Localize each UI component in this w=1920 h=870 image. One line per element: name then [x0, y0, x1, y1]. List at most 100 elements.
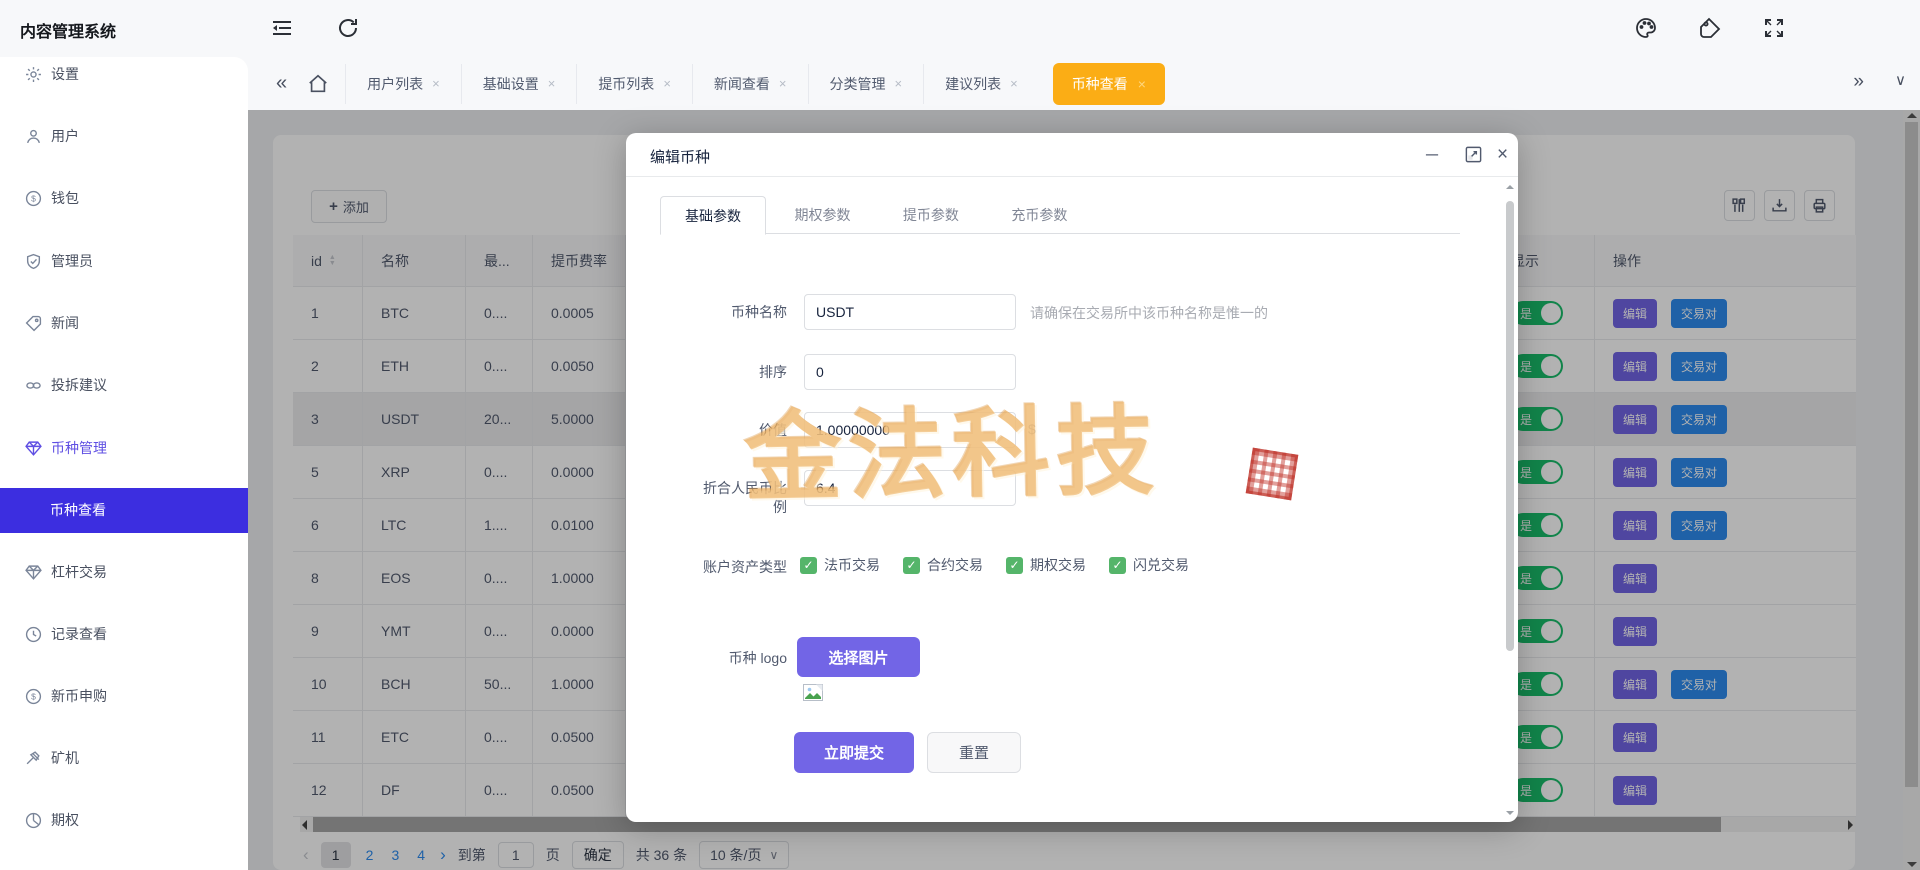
sidebar-item-wallet[interactable]: $ 钱包 — [0, 183, 248, 213]
sidebar-item-label: 币种管理 — [51, 440, 107, 456]
checkbox-check-icon: ✓ — [903, 556, 920, 574]
sidebar-item-settings[interactable]: 设置 — [0, 59, 248, 89]
coin-name-input[interactable] — [804, 294, 1016, 330]
close-tab-icon[interactable]: × — [548, 76, 556, 91]
reset-button[interactable]: 重置 — [927, 732, 1021, 773]
tab-basic-params[interactable]: 基础参数 — [660, 196, 766, 235]
asset-types-label: 账户资产类型 — [703, 559, 787, 575]
tab-deposit-params[interactable]: 充币参数 — [987, 196, 1091, 235]
checkbox-fiat-trade[interactable]: ✓ 法币交易 — [800, 555, 880, 575]
sidebar-item-options[interactable]: 期权 — [0, 805, 248, 835]
minimize-icon[interactable]: ─ — [1426, 145, 1438, 165]
submit-button[interactable]: 立即提交 — [794, 732, 914, 773]
theme-palette-icon[interactable] — [1634, 16, 1658, 40]
dollar-circle-icon: $ — [25, 688, 42, 705]
value-input[interactable] — [804, 412, 1016, 448]
close-tab-icon[interactable]: × — [432, 76, 440, 91]
sidebar-item-label: 新币申购 — [51, 688, 107, 704]
sidebar-item-new-coin[interactable]: $ 新币申购 — [0, 681, 248, 711]
home-tab-icon[interactable] — [307, 73, 329, 95]
sidebar-item-label: 管理员 — [51, 253, 93, 269]
tab-withdraw-params[interactable]: 提币参数 — [879, 196, 983, 235]
tab-basic-settings[interactable]: 基础设置 × — [460, 63, 577, 104]
checkbox-contract-trade[interactable]: ✓ 合约交易 — [903, 555, 983, 575]
value-suffix: $ — [1028, 421, 1036, 437]
tag-icon[interactable] — [1698, 16, 1722, 40]
tab-label: 基础设置 — [482, 75, 539, 92]
tab-category-manage[interactable]: 分类管理 × — [807, 63, 924, 104]
tab-label: 币种查看 — [1071, 75, 1128, 92]
sidebar-item-suggestions[interactable]: 投拆建议 — [0, 370, 248, 400]
hammer-icon — [25, 750, 42, 767]
coin-name-label: 币种名称 — [731, 304, 787, 320]
logo-label: 币种 logo — [728, 650, 787, 666]
checkbox-flash-trade[interactable]: ✓ 闪兑交易 — [1109, 555, 1189, 575]
cny-ratio-label: 折合人民币比例 — [703, 480, 787, 515]
tab-coin-view-active[interactable]: 币种查看 × — [1052, 62, 1165, 105]
broken-image-icon — [803, 684, 823, 701]
user-icon — [25, 128, 42, 145]
gear-icon — [25, 66, 42, 83]
sidebar-item-leverage[interactable]: 杠杆交易 — [0, 557, 248, 587]
sidebar-item-label: 矿机 — [51, 750, 79, 766]
cny-ratio-input[interactable] — [804, 470, 1016, 506]
close-tab-icon[interactable]: × — [1010, 76, 1018, 91]
edit-coin-modal: 编辑币种 ─ × 基础参数 期权参数 提币参数 充币参数 币种名称 请确保在交易… — [626, 133, 1518, 822]
watermark-seal — [1245, 447, 1299, 501]
sidebar-item-label: 用户 — [51, 128, 79, 144]
sidebar-item-coin-manage[interactable]: 币种管理 — [0, 433, 248, 463]
sidebar-item-miner[interactable]: 矿机 — [0, 743, 248, 773]
dollar-circle-icon: $ — [25, 190, 42, 207]
close-tab-icon[interactable]: × — [895, 76, 903, 91]
maximize-icon[interactable] — [1464, 145, 1483, 164]
tab-option-params[interactable]: 期权参数 — [770, 196, 874, 235]
tab-label: 用户列表 — [367, 75, 424, 92]
modal-scrollbar-thumb[interactable] — [1506, 201, 1514, 651]
close-icon[interactable]: × — [1497, 145, 1508, 165]
fullscreen-icon[interactable] — [1762, 16, 1786, 40]
tab-user-list[interactable]: 用户列表 × — [345, 63, 461, 104]
scroll-down-arrow-icon[interactable] — [1506, 811, 1514, 815]
choose-image-button[interactable]: 选择图片 — [797, 637, 920, 677]
sidebar-item-records[interactable]: 记录查看 — [0, 619, 248, 649]
sidebar: 设置 用户 $ 钱包 管理员 新闻 投拆建议 币种管理 币种查看 杠杆交易 记录… — [0, 57, 248, 870]
sidebar-item-label: 期权 — [51, 812, 79, 828]
tabs-scroll-left-icon[interactable]: « — [248, 72, 301, 95]
close-tab-icon[interactable]: × — [1138, 76, 1146, 92]
sidebar-item-label: 新闻 — [51, 315, 79, 331]
sidebar-item-label: 杠杆交易 — [51, 564, 107, 580]
value-label: 价值 — [759, 422, 787, 438]
tab-suggest-list[interactable]: 建议列表 × — [923, 63, 1039, 104]
tabs-overflow-icon[interactable]: » — [1853, 71, 1864, 93]
sidebar-item-label: 记录查看 — [51, 626, 107, 642]
scroll-up-arrow-icon[interactable] — [1506, 185, 1514, 189]
sidebar-item-users[interactable]: 用户 — [0, 121, 248, 151]
sidebar-item-label: 投拆建议 — [51, 377, 107, 393]
sort-input[interactable] — [804, 354, 1016, 390]
sidebar-item-news[interactable]: 新闻 — [0, 308, 248, 338]
sidebar-item-label: 设置 — [51, 66, 79, 82]
link-icon — [25, 377, 42, 394]
tab-news-view[interactable]: 新闻查看 × — [691, 63, 808, 104]
sidebar-item-admin[interactable]: 管理员 — [0, 246, 248, 276]
form-row-logo: 币种 logo 选择图片 — [626, 637, 1486, 727]
modal-scrollbar[interactable] — [1504, 179, 1516, 819]
app-title: 内容管理系统 — [20, 24, 117, 41]
tag-icon — [25, 315, 42, 332]
tab-withdraw-list[interactable]: 提币列表 × — [576, 63, 692, 104]
tab-label: 建议列表 — [945, 75, 1002, 92]
svg-text:$: $ — [31, 691, 36, 701]
close-tab-icon[interactable]: × — [779, 76, 787, 91]
refresh-icon[interactable] — [336, 16, 360, 40]
sort-label: 排序 — [759, 364, 787, 380]
asset-type-checkboxes: ✓ 法币交易 ✓ 合约交易 ✓ 期权交易 ✓ 闪兑交易 — [800, 555, 1189, 575]
close-tab-icon[interactable]: × — [663, 76, 671, 91]
menu-collapse-icon[interactable] — [270, 16, 294, 40]
modal-title: 编辑币种 — [650, 149, 711, 166]
checkbox-option-trade[interactable]: ✓ 期权交易 — [1006, 555, 1086, 575]
shield-check-icon — [25, 253, 42, 270]
sidebar-item-coin-view-active[interactable]: 币种查看 — [0, 495, 248, 525]
tabs-menu-chevron-icon[interactable]: ∨ — [1895, 71, 1906, 89]
gem-icon — [25, 564, 42, 581]
tabbar: « 用户列表 × 基础设置 × 提币列表 × 新闻查看 × 分类管理 × 建议列… — [248, 57, 1920, 110]
